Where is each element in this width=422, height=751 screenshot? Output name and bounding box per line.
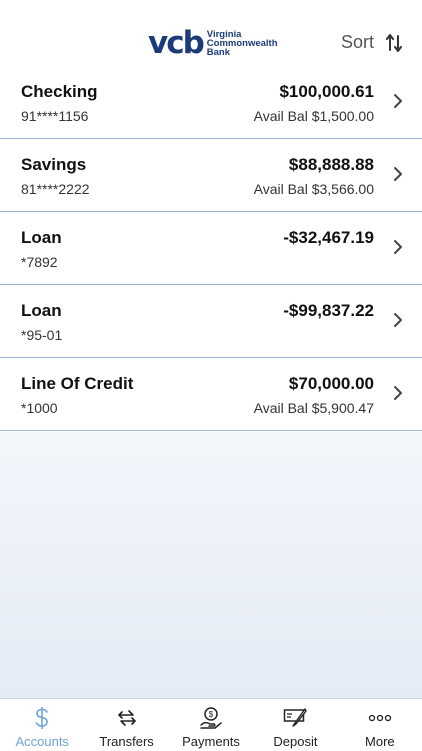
tab-deposit[interactable]: Deposit xyxy=(253,699,337,751)
account-number: 91****1156 xyxy=(21,108,89,124)
available-balance: Avail Bal $3,566.00 xyxy=(253,181,374,197)
tab-transfers[interactable]: Transfers xyxy=(84,699,168,751)
svg-text:$: $ xyxy=(209,710,214,719)
account-row-loan-7892[interactable]: Loan *7892 -$32,467.19 xyxy=(0,212,422,285)
logo-mark: vcb xyxy=(148,24,205,61)
logo-text: Virginia Commonwealth Bank xyxy=(206,29,278,58)
sort-icon xyxy=(386,33,402,52)
chevron-right-icon xyxy=(394,167,402,181)
account-balance: -$99,837.22 xyxy=(283,301,374,320)
account-name: Savings xyxy=(21,155,87,174)
account-balance: $100,000.61 xyxy=(279,82,374,101)
chevron-right-icon xyxy=(394,94,402,108)
transfer-arrows-icon xyxy=(116,705,138,731)
sort-label: Sort xyxy=(340,32,374,52)
account-number: *1000 xyxy=(21,400,58,416)
account-row-line-of-credit[interactable]: Line Of Credit *1000 $70,000.00 Avail Ba… xyxy=(0,358,422,431)
tab-label: Payments xyxy=(182,734,240,749)
chevron-right-icon xyxy=(394,386,402,400)
tab-label: Deposit xyxy=(273,734,318,749)
chevron-right-icon xyxy=(394,240,402,254)
available-balance: Avail Bal $1,500.00 xyxy=(253,108,374,124)
tab-label: More xyxy=(365,734,395,749)
app-header: vcb Virginia Commonwealth Bank Sort xyxy=(0,0,422,66)
check-deposit-icon xyxy=(283,705,308,731)
dollar-icon xyxy=(34,705,50,731)
account-number: 81****2222 xyxy=(21,181,90,197)
account-name: Checking xyxy=(21,82,98,101)
chevron-right-icon xyxy=(394,313,402,327)
tab-more[interactable]: More xyxy=(338,699,422,751)
vcb-logo: vcb Virginia Commonwealth Bank xyxy=(148,26,278,60)
tab-label: Accounts xyxy=(15,734,69,749)
available-balance: Avail Bal $5,900.47 xyxy=(253,400,374,416)
sort-button[interactable]: Sort xyxy=(341,32,402,53)
account-row-savings[interactable]: Savings 81****2222 $88,888.88 Avail Bal … xyxy=(0,139,422,212)
account-row-loan-9501[interactable]: Loan *95-01 -$99,837.22 xyxy=(0,285,422,358)
tab-payments[interactable]: $ Payments xyxy=(169,699,253,751)
payment-hand-icon: $ xyxy=(199,705,223,731)
account-row-checking[interactable]: Checking 91****1156 $100,000.61 Avail Ba… xyxy=(0,66,422,139)
bottom-tab-bar: Accounts Transfers $ Payments Deposit Mo… xyxy=(0,698,422,751)
tab-accounts[interactable]: Accounts xyxy=(0,699,84,751)
account-name: Loan xyxy=(21,228,62,247)
account-name: Loan xyxy=(21,301,62,320)
account-list: Checking 91****1156 $100,000.61 Avail Ba… xyxy=(0,66,422,431)
empty-list-area xyxy=(0,432,422,698)
account-balance: -$32,467.19 xyxy=(283,228,374,247)
logo-line-3: Bank xyxy=(206,46,231,58)
account-balance: $88,888.88 xyxy=(288,155,374,174)
account-number: *95-01 xyxy=(21,327,63,343)
account-name: Line Of Credit xyxy=(21,374,134,393)
account-balance: $70,000.00 xyxy=(288,374,374,393)
account-number: *7892 xyxy=(21,254,58,270)
more-dots-icon xyxy=(368,705,392,731)
tab-label: Transfers xyxy=(99,734,154,749)
